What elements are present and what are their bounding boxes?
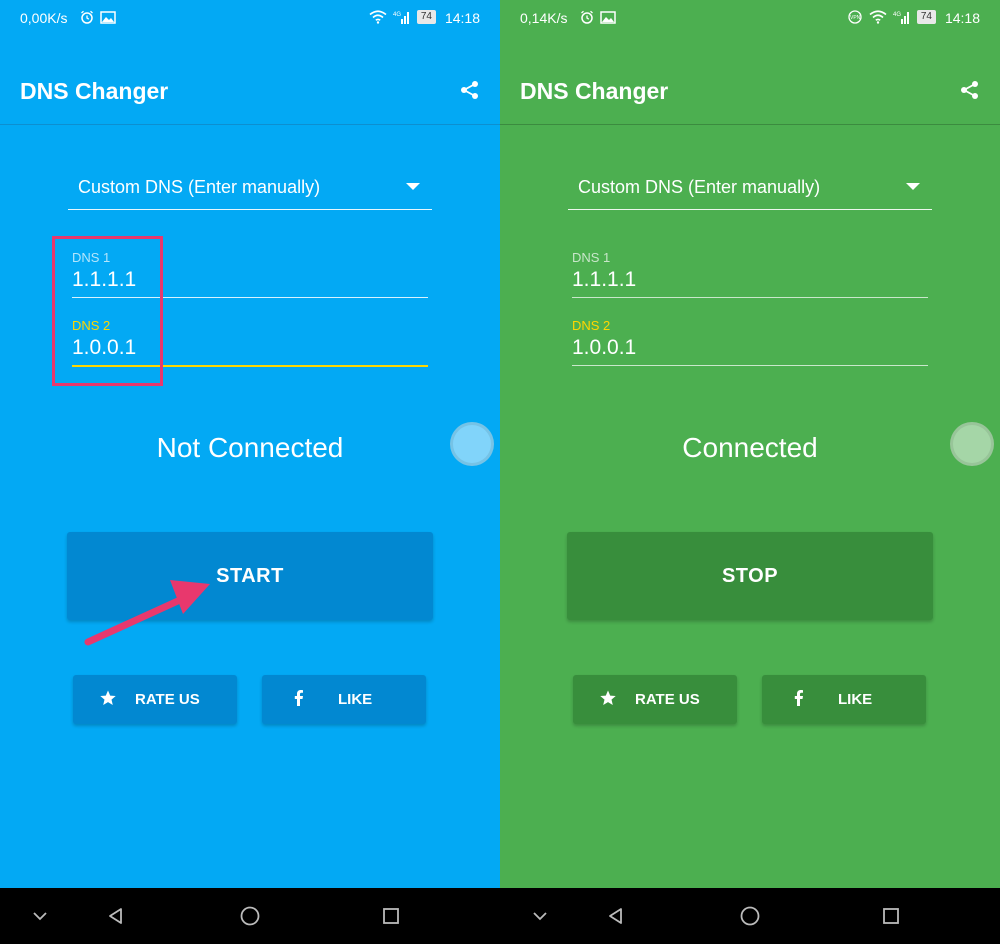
back-icon[interactable] <box>106 906 126 926</box>
connection-status: Connected <box>682 432 818 463</box>
vpn-key-icon: VPN <box>848 10 862 24</box>
dns1-field[interactable]: DNS 1 1.1.1.1 <box>572 250 928 298</box>
connection-indicator-circle <box>450 422 494 466</box>
appbar-divider <box>500 124 1000 125</box>
dns2-label: DNS 2 <box>572 318 611 333</box>
alarm-icon <box>581 10 593 24</box>
connection-indicator-circle <box>950 422 994 466</box>
dropdown-arrow-icon <box>406 183 420 190</box>
rate-us-button[interactable]: RATE US <box>73 675 237 724</box>
like-button[interactable]: LIKE <box>762 675 926 724</box>
wifi-icon <box>869 10 887 24</box>
rate-us-label: RATE US <box>635 691 700 708</box>
rate-us-button[interactable]: RATE US <box>573 675 737 724</box>
wifi-icon <box>369 10 387 24</box>
app-title: DNS Changer <box>20 78 169 104</box>
dns-provider-dropdown[interactable]: Custom DNS (Enter manually) <box>68 168 432 210</box>
share-icon[interactable] <box>460 80 480 100</box>
facebook-icon <box>294 690 303 706</box>
dropdown-arrow-icon <box>906 183 920 190</box>
clock: 14:18 <box>444 10 480 26</box>
dropdown-selected-value: Custom DNS (Enter manually) <box>78 177 321 197</box>
signal-icon: 4G <box>393 12 409 24</box>
status-bar: 0,14K/s VPN 4G 74 14:18 <box>500 0 1000 36</box>
nav-group-right <box>500 888 1000 944</box>
alarm-icon <box>81 10 93 24</box>
dns2-field[interactable]: DNS 2 1.0.0.1 <box>572 318 928 366</box>
dns1-label: DNS 1 <box>572 250 611 265</box>
battery-level: 74 <box>416 10 436 24</box>
like-label: LIKE <box>838 691 873 708</box>
chevron-down-icon[interactable] <box>30 906 50 926</box>
screen-left-disconnected: 0,00K/s 4G 74 14:18 DNS Changer Custom D… <box>0 0 500 888</box>
status-icons-right: VPN 4G 74 <box>847 10 936 24</box>
annotation-highlight-box <box>52 236 163 386</box>
image-icon <box>600 10 616 24</box>
dns2-input[interactable]: 1.0.0.1 <box>572 336 928 366</box>
like-label: LIKE <box>338 691 373 708</box>
recents-icon[interactable] <box>881 906 901 926</box>
svg-text:VPN: VPN <box>850 15 861 21</box>
network-speed: 0,00K/s <box>20 10 68 26</box>
star-icon <box>100 690 116 705</box>
connection-status: Not Connected <box>156 432 344 463</box>
home-icon[interactable] <box>740 906 760 926</box>
appbar-divider <box>0 124 500 125</box>
like-button[interactable]: LIKE <box>262 675 426 724</box>
screen-right-connected: 0,14K/s VPN 4G 74 14:18 DNS Changer Cust… <box>500 0 1000 888</box>
stop-button-label: STOP <box>721 564 779 587</box>
dns-provider-dropdown[interactable]: Custom DNS (Enter manually) <box>568 168 932 210</box>
status-icons-left <box>580 10 616 24</box>
app-title: DNS Changer <box>520 78 669 104</box>
image-icon <box>100 10 116 24</box>
dns1-input[interactable]: 1.1.1.1 <box>572 268 928 298</box>
battery-level: 74 <box>916 10 936 24</box>
back-icon[interactable] <box>606 906 626 926</box>
facebook-icon <box>794 690 803 706</box>
star-icon <box>600 690 616 705</box>
signal-icon: 4G <box>893 12 909 24</box>
recents-icon[interactable] <box>381 906 401 926</box>
nav-group-left <box>0 888 500 944</box>
system-navigation-bar <box>0 888 1000 944</box>
svg-text:4G: 4G <box>393 12 401 18</box>
chevron-down-icon[interactable] <box>530 906 550 926</box>
svg-text:4G: 4G <box>893 12 901 18</box>
stop-button[interactable]: STOP <box>567 532 933 620</box>
rate-us-label: RATE US <box>135 691 200 708</box>
network-speed: 0,14K/s <box>520 10 568 26</box>
annotation-arrow-icon <box>84 580 210 646</box>
status-bar: 0,00K/s 4G 74 14:18 <box>0 0 500 36</box>
clock: 14:18 <box>944 10 980 26</box>
home-icon[interactable] <box>240 906 260 926</box>
status-icons-left <box>80 10 116 24</box>
dropdown-selected-value: Custom DNS (Enter manually) <box>578 177 821 197</box>
status-icons-right: 4G 74 <box>369 10 436 24</box>
share-icon[interactable] <box>960 80 980 100</box>
